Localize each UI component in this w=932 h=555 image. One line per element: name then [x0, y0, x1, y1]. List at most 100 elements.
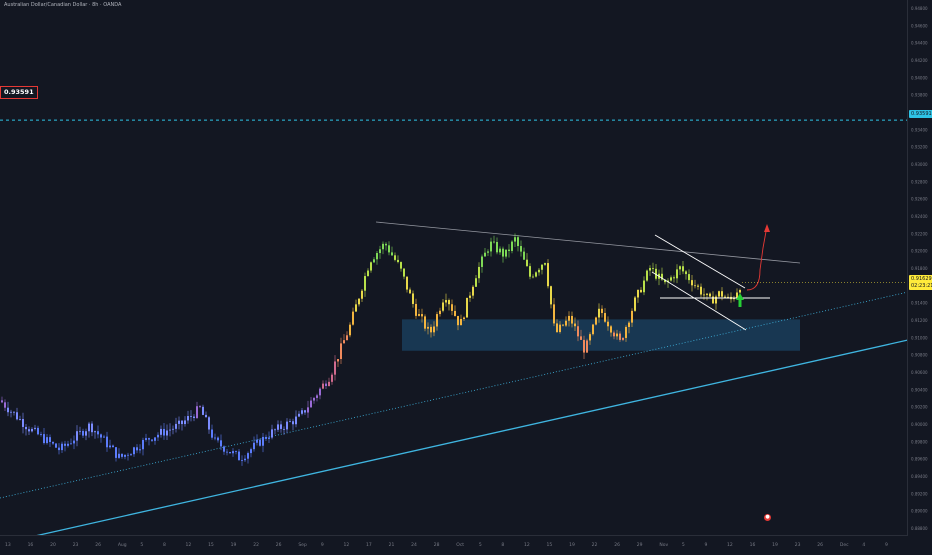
candle-body [694, 285, 696, 287]
candle-body [214, 437, 216, 439]
time-scale[interactable]: 13 16 20 23 26 Aug 5 8 12 15 19 22 26 Sep 9 12 17 21 24 28 O… [0, 535, 908, 550]
candle-body [550, 286, 552, 305]
price-tick: 0.89200 [911, 491, 928, 496]
candle-body [505, 249, 507, 257]
candle-body [76, 431, 78, 441]
candle-body [244, 458, 246, 461]
candle-body [511, 241, 513, 251]
candle-body [526, 259, 528, 267]
time-tick: Dec [840, 542, 849, 548]
candle-body [391, 252, 393, 256]
candle-body [619, 333, 621, 340]
candle-body [649, 268, 651, 271]
candle-body [448, 300, 450, 305]
candle-body [64, 443, 66, 446]
candle-body [223, 446, 225, 452]
candle-body [457, 315, 459, 326]
candle-body [499, 248, 501, 253]
candle-body [412, 293, 414, 304]
price-tick: 0.92200 [911, 231, 928, 236]
price-tick: 0.94600 [911, 23, 928, 28]
candle-body [538, 269, 540, 273]
candle-body [154, 437, 156, 441]
candle-body [622, 337, 624, 340]
candle-body [439, 310, 441, 315]
candle-body [343, 340, 345, 344]
candle-body [643, 280, 645, 293]
candle-body [157, 434, 159, 438]
chart-canvas[interactable]: Australian Dollar/Canadian Dollar · 8h ·… [0, 0, 909, 537]
candle-body [106, 436, 108, 448]
candle-body [514, 237, 516, 242]
channel-upper-line [654, 234, 746, 289]
candle-body [427, 326, 429, 329]
candle-body [721, 291, 723, 297]
candle-body [436, 314, 438, 327]
candle-body [697, 285, 699, 287]
candle-body [601, 308, 603, 314]
candle-body [475, 278, 477, 287]
candle-body [334, 361, 336, 375]
candle-body [274, 429, 276, 431]
candle-body [88, 423, 90, 432]
time-tick: 28 [434, 542, 440, 548]
candle-body [682, 266, 684, 272]
price-tick: 0.93800 [911, 93, 928, 98]
time-tick: 20 [50, 542, 56, 548]
ascending-trendline [34, 339, 909, 537]
time-tick: 8 [163, 542, 166, 548]
candle-body [229, 452, 231, 454]
candle-body [40, 434, 42, 435]
price-tick: 0.94800 [911, 6, 928, 11]
time-tick: 9 [321, 542, 324, 548]
candle-body [670, 277, 672, 281]
time-tick: Aug [118, 542, 127, 548]
candle-body [160, 428, 162, 435]
candle-body [736, 292, 738, 298]
price-chart[interactable] [0, 0, 909, 537]
candle-body [352, 311, 354, 325]
candle-body [118, 453, 120, 458]
candle-body [325, 383, 327, 387]
candle-body [268, 437, 270, 439]
candle-body [145, 438, 147, 440]
candle-body [181, 420, 183, 425]
projection-arrowhead [764, 224, 770, 232]
candle-body [190, 416, 192, 417]
candle-body [91, 423, 93, 433]
candle-body [553, 304, 555, 324]
candle-body [256, 439, 258, 443]
price-scale[interactable]: 0.94800 0.94600 0.94400 0.94200 0.94000 0.938… [907, 0, 932, 550]
candle-body [151, 439, 153, 441]
price-tick: 0.90600 [911, 370, 928, 375]
candle-body [220, 440, 222, 447]
candle-body [493, 241, 495, 243]
candle-body [604, 313, 606, 322]
candle-body [25, 426, 27, 430]
candle-body [319, 388, 321, 396]
candle-body [637, 289, 639, 298]
candle-body [313, 397, 315, 401]
candle-body [208, 417, 210, 430]
candle-body [142, 439, 144, 450]
symbol-title[interactable]: Australian Dollar/Canadian Dollar · 8h ·… [4, 2, 121, 8]
candle-body [148, 438, 150, 440]
annotations [651, 224, 908, 331]
price-tick: 0.90000 [911, 422, 928, 427]
candle-body [292, 421, 294, 425]
candle-body [121, 453, 123, 457]
calendar-event-icon[interactable]: ● [764, 514, 771, 521]
candle-body [388, 245, 390, 253]
candle-body [406, 276, 408, 290]
candle-body [454, 310, 456, 316]
candle-body [442, 302, 444, 311]
candle-body [316, 395, 318, 398]
candle-body [202, 406, 204, 415]
candle-body [241, 460, 243, 462]
candle-body [310, 400, 312, 408]
time-tick: 19 [569, 542, 575, 548]
candle-body [253, 442, 255, 450]
alert-price-label[interactable]: 0.93591 [0, 86, 38, 99]
price-tick: 0.93400 [911, 127, 928, 132]
candle-body [307, 407, 309, 413]
